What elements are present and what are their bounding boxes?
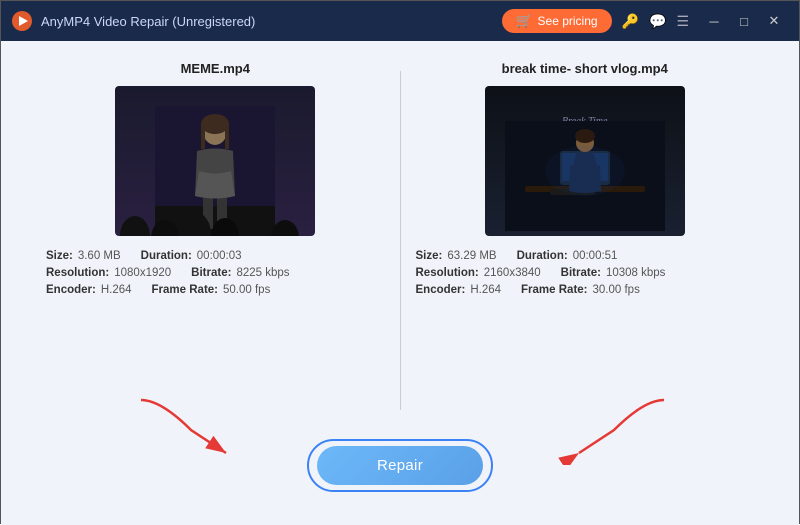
left-video-panel: MEME.mp4 xyxy=(31,61,400,420)
right-duration-label: Duration: xyxy=(517,250,568,262)
left-duration-label: Duration: xyxy=(141,250,192,262)
left-framerate-label: Frame Rate: xyxy=(152,284,218,296)
right-resolution-item: Resolution: 2160x3840 xyxy=(416,267,541,279)
left-resolution-value: 1080x1920 xyxy=(114,267,171,279)
right-framerate-item: Frame Rate: 30.00 fps xyxy=(521,284,640,296)
maximize-button[interactable]: □ xyxy=(729,6,759,36)
right-duration-item: Duration: 00:00:51 xyxy=(517,250,618,262)
left-duration-value: 00:00:03 xyxy=(197,250,242,262)
repair-button[interactable]: Repair xyxy=(317,446,483,485)
right-video-meta: Size: 63.29 MB Duration: 00:00:51 Resolu… xyxy=(416,250,755,301)
right-bitrate-label: Bitrate: xyxy=(561,267,601,279)
right-framerate-label: Frame Rate: xyxy=(521,284,587,296)
cart-icon: 🛒 xyxy=(516,13,532,29)
left-bitrate-item: Bitrate: 8225 kbps xyxy=(191,267,289,279)
left-meta-row-2: Resolution: 1080x1920 Bitrate: 8225 kbps xyxy=(46,267,385,279)
left-encoder-label: Encoder: xyxy=(46,284,96,296)
chat-icon[interactable]: 💬 xyxy=(649,13,666,30)
app-logo xyxy=(11,10,33,32)
repair-area: Repair xyxy=(31,425,769,505)
right-meta-row-3: Encoder: H.264 Frame Rate: 30.00 fps xyxy=(416,284,755,296)
left-encoder-value: H.264 xyxy=(101,284,132,296)
window-controls: ─ □ ✕ xyxy=(699,6,789,36)
right-video-thumbnail: Break Time xyxy=(485,86,685,236)
right-size-value: 63.29 MB xyxy=(447,250,496,262)
pricing-label: See pricing xyxy=(538,14,598,28)
pricing-button[interactable]: 🛒 See pricing xyxy=(502,9,611,33)
left-duration-item: Duration: 00:00:03 xyxy=(141,250,242,262)
key-icon[interactable]: 🔑 xyxy=(622,13,639,30)
menu-icon[interactable]: ☰ xyxy=(676,13,689,30)
right-duration-value: 00:00:51 xyxy=(573,250,618,262)
left-size-value: 3.60 MB xyxy=(78,250,121,262)
left-arrow xyxy=(131,395,261,465)
left-bitrate-label: Bitrate: xyxy=(191,267,231,279)
videos-container: MEME.mp4 xyxy=(31,61,769,420)
right-bitrate-value: 10308 kbps xyxy=(606,267,665,279)
repair-button-wrapper: Repair xyxy=(307,439,493,492)
main-content: MEME.mp4 xyxy=(1,41,799,525)
left-video-thumbnail xyxy=(115,86,315,236)
right-bitrate-item: Bitrate: 10308 kbps xyxy=(561,267,666,279)
right-video-panel: break time- short vlog.mp4 Break Time xyxy=(401,61,770,420)
audience-silhouette xyxy=(115,206,315,236)
left-video-meta: Size: 3.60 MB Duration: 00:00:03 Resolut… xyxy=(46,250,385,301)
left-encoder-item: Encoder: H.264 xyxy=(46,284,132,296)
close-button[interactable]: ✕ xyxy=(759,6,789,36)
right-resolution-label: Resolution: xyxy=(416,267,479,279)
right-encoder-value: H.264 xyxy=(470,284,501,296)
desk-person-figure xyxy=(505,121,665,231)
right-framerate-value: 30.00 fps xyxy=(593,284,640,296)
left-video-filename: MEME.mp4 xyxy=(181,61,250,76)
left-resolution-item: Resolution: 1080x1920 xyxy=(46,267,171,279)
right-meta-row-2: Resolution: 2160x3840 Bitrate: 10308 kbp… xyxy=(416,267,755,279)
toolbar-icons: 🔑 💬 ☰ xyxy=(622,13,689,30)
right-resolution-value: 2160x3840 xyxy=(484,267,541,279)
right-encoder-label: Encoder: xyxy=(416,284,466,296)
left-resolution-label: Resolution: xyxy=(46,267,109,279)
right-arrow xyxy=(544,395,674,465)
left-size-item: Size: 3.60 MB xyxy=(46,250,121,262)
left-bitrate-value: 8225 kbps xyxy=(236,267,289,279)
right-size-item: Size: 63.29 MB xyxy=(416,250,497,262)
right-size-label: Size: xyxy=(416,250,443,262)
left-framerate-value: 50.00 fps xyxy=(223,284,270,296)
minimize-button[interactable]: ─ xyxy=(699,6,729,36)
left-meta-row-1: Size: 3.60 MB Duration: 00:00:03 xyxy=(46,250,385,262)
left-size-label: Size: xyxy=(46,250,73,262)
right-encoder-item: Encoder: H.264 xyxy=(416,284,502,296)
titlebar: AnyMP4 Video Repair (Unregistered) 🛒 See… xyxy=(1,1,799,41)
left-framerate-item: Frame Rate: 50.00 fps xyxy=(152,284,271,296)
right-meta-row-1: Size: 63.29 MB Duration: 00:00:51 xyxy=(416,250,755,262)
left-meta-row-3: Encoder: H.264 Frame Rate: 50.00 fps xyxy=(46,284,385,296)
app-title: AnyMP4 Video Repair (Unregistered) xyxy=(41,14,502,29)
right-video-filename: break time- short vlog.mp4 xyxy=(502,61,668,76)
